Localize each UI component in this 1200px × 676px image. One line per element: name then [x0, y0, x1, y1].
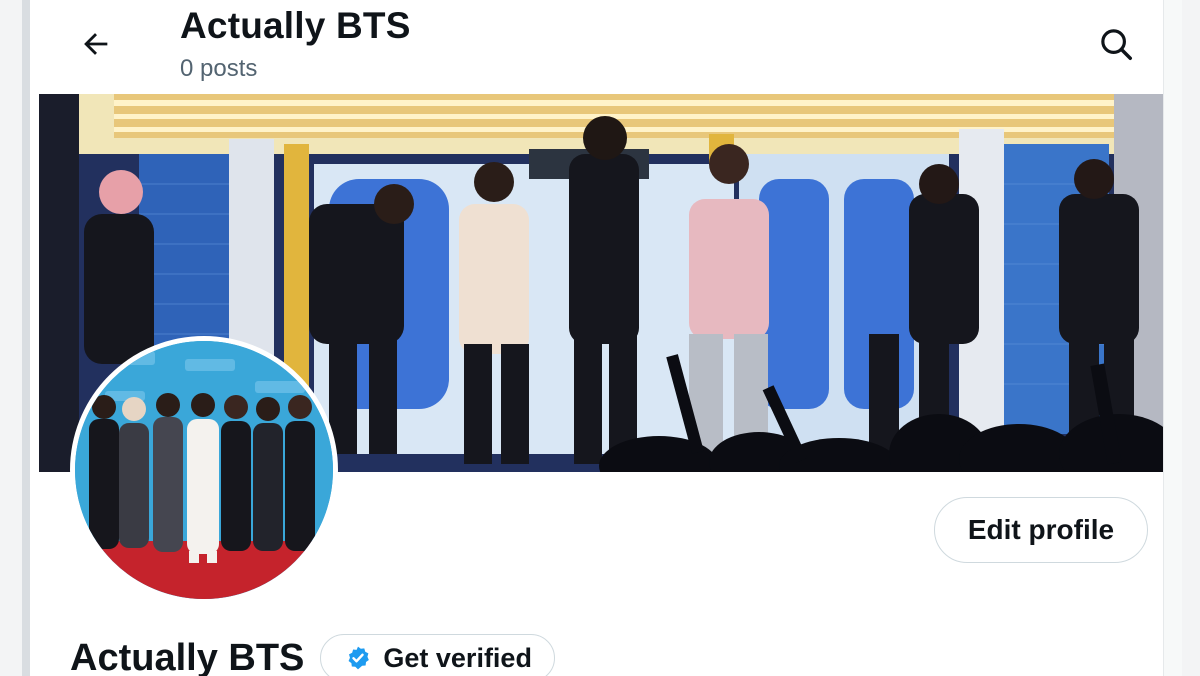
- profile-name-row: Actually BTS Get verified: [70, 634, 555, 676]
- group-photo-avatar: [75, 341, 333, 599]
- header-title: Actually BTS: [180, 5, 411, 46]
- top-header: Actually BTS 0 posts: [30, 0, 1170, 94]
- header-title-block: Actually BTS 0 posts: [180, 4, 411, 86]
- back-button[interactable]: [74, 22, 118, 66]
- verified-badge-icon: [348, 646, 370, 670]
- profile-avatar[interactable]: [70, 336, 338, 604]
- right-scroll-edge: [1163, 0, 1182, 676]
- profile-page: Actually BTS 0 posts Edit profile Actual…: [22, 0, 1182, 676]
- edit-profile-button[interactable]: Edit profile: [934, 497, 1148, 563]
- profile-display-name: Actually BTS: [70, 637, 305, 676]
- search-icon: [1101, 29, 1132, 60]
- search-button[interactable]: [1092, 20, 1140, 68]
- post-count: 0 posts: [180, 55, 258, 82]
- get-verified-label: Get verified: [383, 642, 532, 673]
- arrow-left-icon: [84, 33, 108, 55]
- get-verified-button[interactable]: Get verified: [320, 634, 555, 676]
